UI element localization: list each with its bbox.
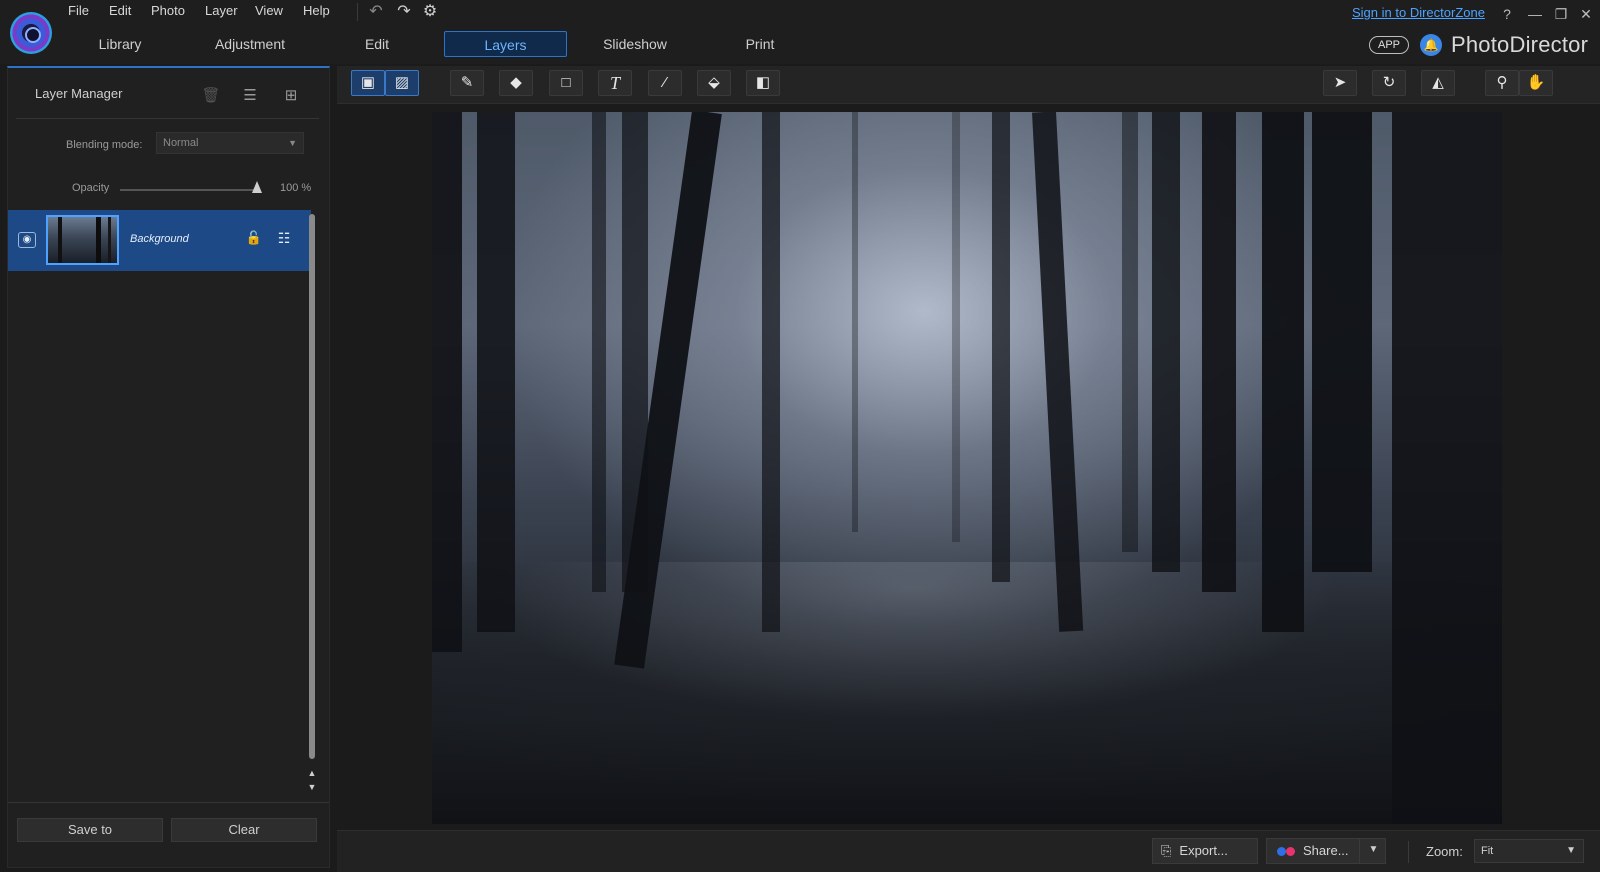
- blending-mode-label: Blending mode:: [66, 139, 143, 151]
- layer-thumbnail: [46, 215, 119, 265]
- layer-manager-panel: Layer Manager 🗑 ☰ ⊞ Blending mode: Norma…: [7, 66, 330, 868]
- scroll-down-icon[interactable]: ▼: [307, 782, 317, 792]
- layer-options-icon[interactable]: ☰: [239, 86, 261, 106]
- tab-layers[interactable]: Layers: [444, 31, 567, 57]
- delete-layer-icon[interactable]: 🗑: [200, 86, 222, 106]
- redo-icon[interactable]: ↷: [394, 2, 414, 22]
- layer-name: Background: [130, 233, 189, 245]
- menu-edit[interactable]: Edit: [109, 3, 131, 18]
- clear-button[interactable]: Clear: [171, 818, 317, 842]
- menu-file[interactable]: File: [68, 3, 89, 18]
- share-dot-blue-icon: [1277, 847, 1286, 856]
- share-dropdown-icon[interactable]: ▼: [1359, 838, 1387, 864]
- select-arrow-icon[interactable]: ➤: [1323, 70, 1357, 96]
- eraser-icon[interactable]: ◆: [499, 70, 533, 96]
- flip-icon[interactable]: ◭: [1421, 70, 1455, 96]
- gradient-icon[interactable]: ◧: [746, 70, 780, 96]
- lock-icon[interactable]: 🔓: [245, 230, 263, 250]
- opacity-slider-track[interactable]: [120, 189, 260, 191]
- menu-separator: [357, 3, 358, 21]
- export-label: Export...: [1179, 843, 1228, 858]
- notification-bell-icon[interactable]: 🔔: [1420, 34, 1442, 56]
- pencil-icon[interactable]: ✎: [450, 70, 484, 96]
- close-icon[interactable]: ✕: [1576, 4, 1596, 24]
- editing-toolbar: ▣ ▨ ✎ ◆ □ T ⁄ ⬙ ◧ ➤ ↻ ◭ ⚲ ✋: [337, 66, 1600, 104]
- help-icon[interactable]: ?: [1497, 4, 1517, 24]
- chevron-down-icon: ▼: [288, 138, 297, 148]
- chevron-down-icon: ▼: [1566, 845, 1576, 856]
- photo-canvas[interactable]: [432, 112, 1502, 824]
- rotate-icon[interactable]: ↻: [1372, 70, 1406, 96]
- pan-hand-icon[interactable]: ✋: [1519, 70, 1553, 96]
- visibility-eye-icon[interactable]: ◉: [18, 232, 36, 248]
- add-layer-icon[interactable]: ⊞: [280, 86, 302, 106]
- restore-icon[interactable]: ❐: [1551, 4, 1571, 24]
- zoom-select[interactable]: Fit ▼: [1474, 839, 1584, 863]
- blending-mode-value: Normal: [163, 137, 199, 149]
- image-view-icon[interactable]: ▨: [385, 70, 419, 96]
- opacity-slider-thumb[interactable]: [252, 181, 262, 193]
- menu-help[interactable]: Help: [303, 3, 330, 18]
- zoom-label: Zoom:: [1426, 844, 1463, 859]
- scrollbar-thumb[interactable]: [309, 214, 315, 759]
- menu-photo[interactable]: Photo: [151, 3, 185, 18]
- brand-name: PhotoDirector: [1451, 32, 1589, 57]
- tab-library[interactable]: Library: [80, 31, 160, 57]
- divider: [1408, 841, 1409, 863]
- app-logo-icon: [10, 12, 52, 54]
- rectangle-icon[interactable]: □: [549, 70, 583, 96]
- tab-slideshow[interactable]: Slideshow: [590, 31, 680, 57]
- bottom-bar: ⎘ Export... Share... ▼ Zoom: Fit ▼: [337, 830, 1600, 872]
- minimize-icon[interactable]: —: [1525, 4, 1545, 24]
- layer-view-icon[interactable]: ▣: [351, 70, 385, 96]
- save-to-button[interactable]: Save to: [17, 818, 163, 842]
- export-button[interactable]: ⎘ Export...: [1152, 838, 1258, 864]
- zoom-value: Fit: [1481, 845, 1494, 857]
- app-badge[interactable]: APP: [1369, 36, 1409, 54]
- layer-row-background[interactable]: ◉ Background 🔓 ☷: [8, 210, 311, 271]
- settings-gear-icon[interactable]: ⚙: [420, 2, 440, 22]
- blending-mode-select[interactable]: Normal ▼: [156, 132, 304, 154]
- opacity-value: 100 %: [280, 182, 312, 194]
- undo-icon[interactable]: ↶: [366, 2, 386, 22]
- brush-icon[interactable]: ⁄: [648, 70, 682, 96]
- share-label: Share...: [1303, 843, 1349, 858]
- fill-bucket-icon[interactable]: ⬙: [697, 70, 731, 96]
- signin-link[interactable]: Sign in to DirectorZone: [1352, 5, 1485, 20]
- tab-print[interactable]: Print: [730, 31, 790, 57]
- menu-layer[interactable]: Layer: [205, 3, 238, 18]
- text-icon[interactable]: T: [598, 70, 632, 96]
- title-bar: File Edit Photo Layer View Help ↶ ↷ ⚙ Li…: [0, 0, 1600, 64]
- export-icon: ⎘: [1161, 843, 1172, 858]
- opacity-label: Opacity: [72, 182, 110, 194]
- menu-view[interactable]: View: [255, 3, 283, 18]
- tab-edit[interactable]: Edit: [347, 31, 407, 57]
- layer-settings-icon[interactable]: ☷: [274, 230, 294, 250]
- canvas-area[interactable]: [337, 104, 1600, 830]
- scroll-up-icon[interactable]: ▲: [307, 768, 317, 778]
- zoom-icon[interactable]: ⚲: [1485, 70, 1519, 96]
- tab-adjustment[interactable]: Adjustment: [205, 31, 295, 57]
- share-dot-pink-icon: [1286, 847, 1295, 856]
- divider: [8, 802, 329, 803]
- divider: [16, 118, 319, 119]
- panel-title: Layer Manager: [35, 86, 123, 101]
